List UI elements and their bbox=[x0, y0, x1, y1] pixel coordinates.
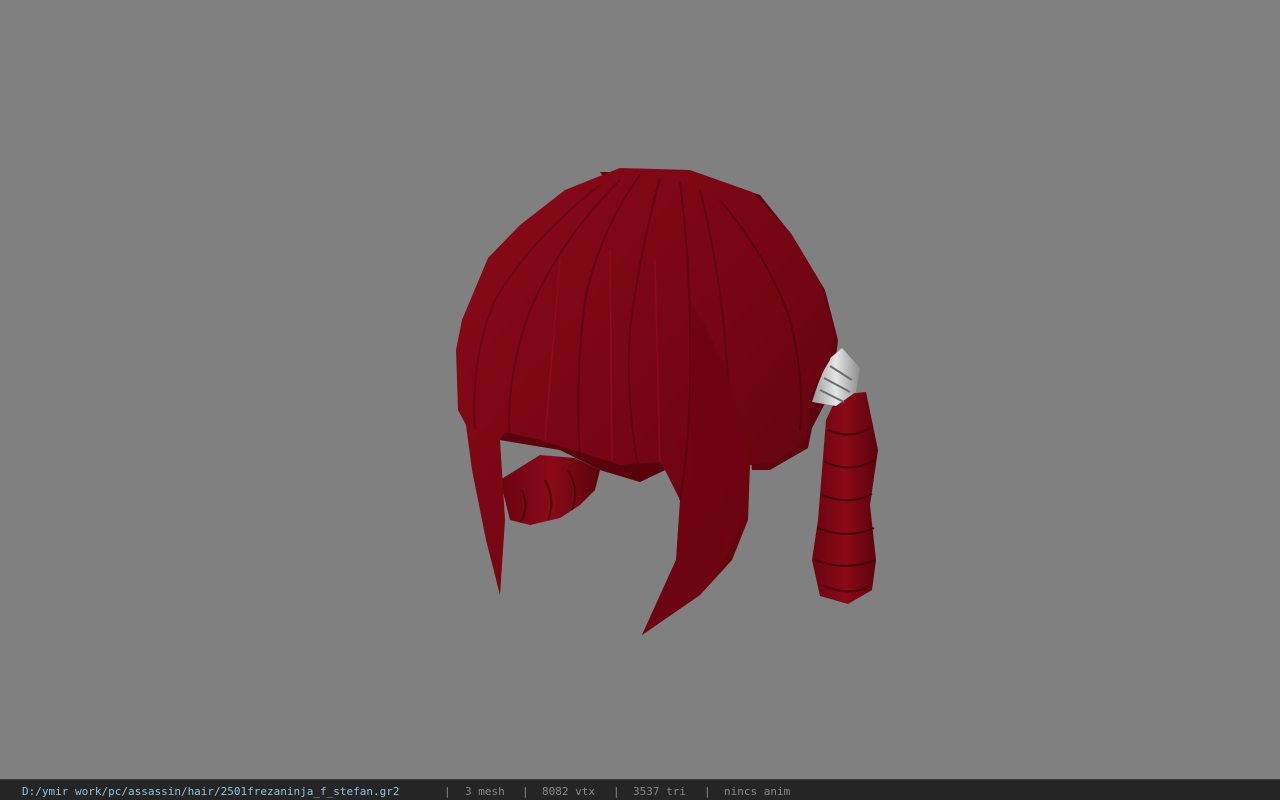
status-separator: | bbox=[444, 785, 451, 798]
status-bar: D:/ymir work/pc/assassin/hair/2501frezan… bbox=[0, 779, 1280, 800]
animation-status: nincs anim bbox=[724, 785, 791, 798]
hair-crown bbox=[456, 168, 835, 635]
hair-model[interactable] bbox=[0, 0, 1280, 779]
vertex-count: 8082 vtx bbox=[542, 785, 595, 798]
left-braid bbox=[500, 455, 600, 525]
status-separator: | bbox=[704, 785, 711, 798]
3d-viewport[interactable] bbox=[0, 0, 1280, 779]
status-separator: | bbox=[613, 785, 620, 798]
triangle-count: 3537 tri bbox=[633, 785, 686, 798]
file-path: D:/ymir work/pc/assassin/hair/2501frezan… bbox=[22, 785, 400, 798]
right-braid bbox=[812, 392, 878, 604]
status-separator: | bbox=[522, 785, 529, 798]
mesh-count: 3 mesh bbox=[465, 785, 505, 798]
